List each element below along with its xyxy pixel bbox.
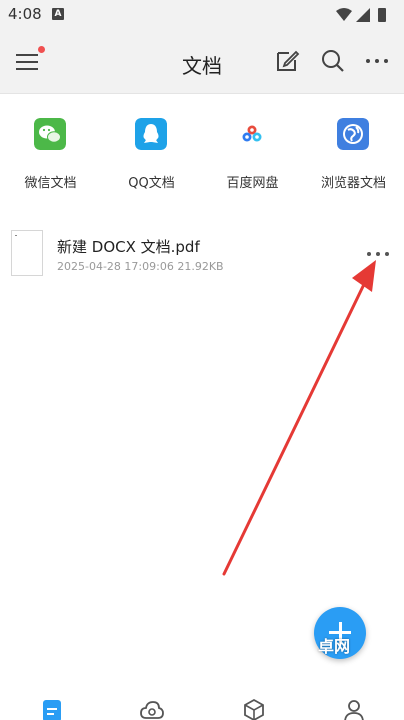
browser-icon [337,118,369,150]
bottom-nav [0,690,404,720]
menu-notification-dot [38,46,45,53]
source-label: 浏览器文档 [320,176,386,191]
edit-icon[interactable] [274,48,300,74]
menu-icon[interactable] [14,48,42,76]
more-icon[interactable] [364,50,390,72]
wifi-icon [336,8,352,21]
file-more-icon[interactable] [364,244,392,264]
file-size: 21.92KB [177,260,224,273]
cloud-icon[interactable] [140,698,164,720]
signal-icon [356,8,370,22]
file-list-item[interactable]: 新建 DOCX 文档.pdf 2025-04-28 17:09:06 21.92… [0,222,404,286]
status-time: 4:08 [8,5,42,23]
document-sources: 微信文档 QQ文档 百度网盘 浏览器文档 [0,112,404,198]
file-date: 2025-04-28 17:09:06 [57,260,174,273]
source-qq[interactable]: QQ文档 [101,112,202,198]
documents-icon[interactable] [40,698,64,720]
profile-icon[interactable] [342,698,366,720]
app-header: 文档 [0,30,404,94]
add-document-button[interactable]: 卓网 [314,607,366,659]
source-wechat[interactable]: 微信文档 [0,112,101,198]
file-meta: 2025-04-28 17:09:06 21.92KB [57,260,224,273]
search-icon[interactable] [320,48,346,74]
source-label: 百度网盘 [226,176,279,191]
source-browser[interactable]: 浏览器文档 [303,112,404,198]
notification-a-icon: A [52,8,64,20]
qq-icon [135,118,167,150]
battery-icon [378,8,386,22]
file-name: 新建 DOCX 文档.pdf [57,238,200,256]
file-thumbnail [11,230,43,276]
source-label: QQ文档 [128,176,175,191]
document-preview-icon [15,235,17,236]
apps-icon[interactable] [242,698,266,720]
status-bar: 4:08 A [0,0,404,30]
baidu-netdisk-icon [236,118,268,150]
source-baidu-netdisk[interactable]: 百度网盘 [202,112,303,198]
watermark-text: 卓网 [318,637,351,656]
status-icons [336,8,386,22]
wechat-icon [34,118,66,150]
source-label: 微信文档 [24,176,77,191]
